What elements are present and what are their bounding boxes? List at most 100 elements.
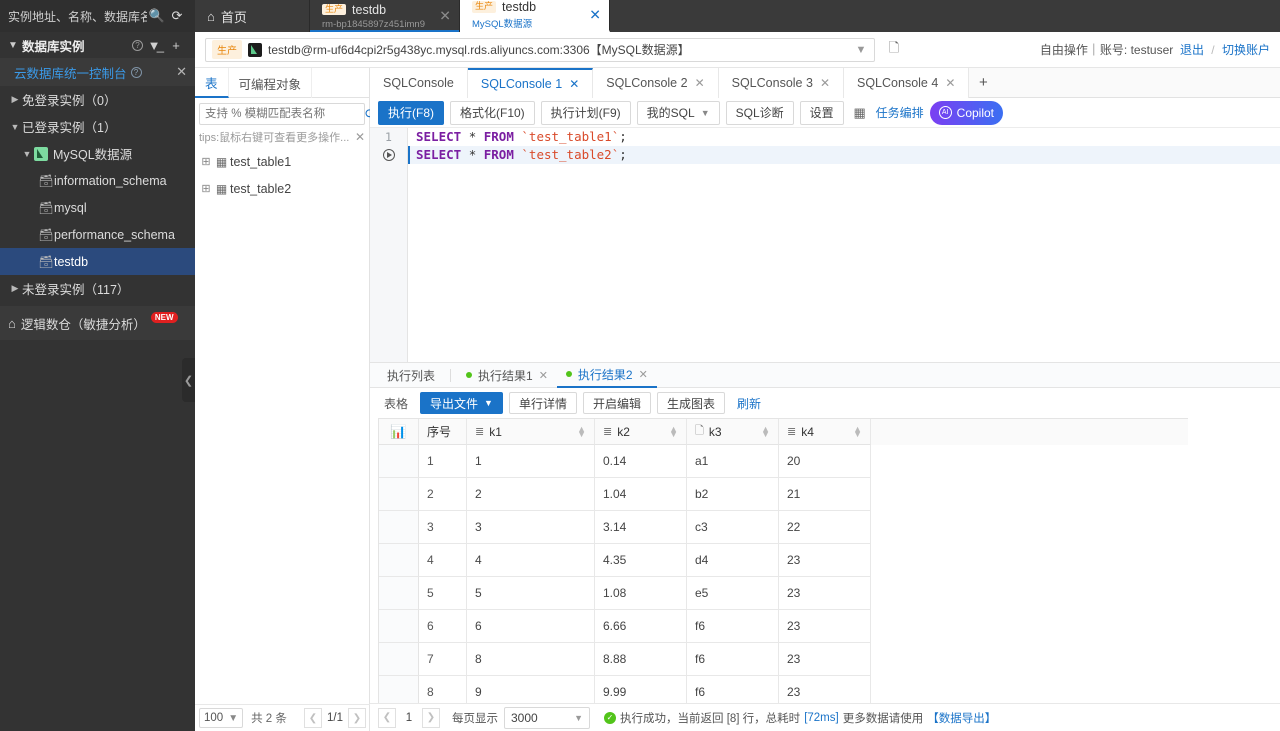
row-detail-button[interactable]: 单行详情	[508, 392, 577, 414]
table-row[interactable]: 6 6 6.66 f6 23	[378, 610, 1188, 643]
table-search-input[interactable]	[199, 102, 365, 125]
execute-button[interactable]: 执行(F8)	[378, 100, 444, 125]
tab-programmable-objects[interactable]: 可编程对象	[229, 68, 313, 98]
cell-k4[interactable]: 23	[779, 544, 871, 577]
format-button[interactable]: 格式化(F10)	[450, 100, 535, 125]
run-line-button[interactable]	[370, 146, 407, 164]
panel-icon[interactable]: ▦	[850, 105, 870, 121]
help-icon[interactable]: ?	[132, 39, 143, 51]
cell-k4[interactable]: 22	[779, 511, 871, 544]
sidebar-item-logical-warehouse[interactable]: ⌂ 逻辑数仓（敏捷分析） NEW	[0, 306, 195, 340]
cell-k2[interactable]: 8.88	[595, 643, 687, 676]
close-icon[interactable]: ✕	[695, 76, 705, 90]
tab-tables[interactable]: 表	[195, 68, 229, 98]
sidebar-item-information-schema[interactable]: 🗃 information_schema	[0, 167, 195, 194]
plus-icon[interactable]: +	[165, 38, 187, 53]
unified-console-link[interactable]: 云数据库统一控制台	[14, 63, 127, 82]
cell-k2[interactable]: 1.08	[595, 577, 687, 610]
refresh-icon[interactable]: ⟳	[167, 8, 187, 24]
close-icon[interactable]: ✕	[539, 369, 548, 382]
sort-icon[interactable]: ▲ ▼	[853, 424, 862, 438]
sql-editor[interactable]: 1 SELECT * FROM `test_table1`; SELECT * …	[370, 128, 1280, 363]
cell-k2[interactable]: 0.14	[595, 445, 687, 478]
table-row[interactable]: 2 2 1.04 b2 21	[378, 478, 1188, 511]
cell-k2[interactable]: 1.04	[595, 478, 687, 511]
tab-sqlconsole[interactable]: SQLConsole	[370, 68, 468, 98]
cell-k3[interactable]: e5	[687, 577, 779, 610]
sidebar-item-testdb[interactable]: 🗃 testdb	[0, 248, 195, 275]
help-icon[interactable]: ?	[130, 66, 142, 78]
tab-sqlconsole-4[interactable]: SQLConsole 4 ✕	[844, 68, 970, 98]
column-header-k1[interactable]: ≣ k1 ▲ ▼	[467, 419, 595, 445]
table-row[interactable]: 7 8 8.88 f6 23	[378, 643, 1188, 676]
switch-account-link[interactable]: 切换账户	[1222, 43, 1270, 57]
tab-testdb-instance[interactable]: 生产 testdb rm-bp1845897z451imn9 ✕	[310, 0, 460, 32]
refresh-button[interactable]: 刷新	[731, 395, 767, 412]
tab-sqlconsole-1[interactable]: SQLConsole 1 ✕	[467, 68, 594, 98]
sidebar-collapse-handle[interactable]: ❮	[182, 358, 195, 402]
cell-k3[interactable]: d4	[687, 544, 779, 577]
search-icon[interactable]: 🔍	[147, 8, 167, 24]
prev-page-button[interactable]: ❮	[304, 708, 322, 728]
cell-k3[interactable]: b2	[687, 478, 779, 511]
cell-k1[interactable]: 5	[467, 577, 595, 610]
expand-icon[interactable]: ⊞	[199, 155, 213, 168]
instance-search[interactable]: 实例地址、名称、数据库名 🔍 ⟳	[0, 0, 195, 32]
tab-home[interactable]: ⌂ 首页	[195, 0, 310, 32]
copy-icon[interactable]: 🗋	[883, 39, 905, 61]
prev-page-button[interactable]: ❮	[378, 707, 396, 728]
cell-k1[interactable]: 1	[467, 445, 595, 478]
copilot-button[interactable]: AI Copilot	[929, 100, 1004, 125]
export-file-button[interactable]: 导出文件 ▼	[420, 392, 503, 414]
cell-k4[interactable]: 23	[779, 577, 871, 610]
tab-testdb-datasource[interactable]: 生产 testdb MySQL数据源 ✕	[460, 0, 610, 32]
close-icon[interactable]: ✕	[176, 64, 187, 80]
tab-sqlconsole-3[interactable]: SQLConsole 3 ✕	[718, 68, 844, 98]
close-icon[interactable]: ✕	[439, 8, 451, 25]
expand-icon[interactable]: ⊞	[199, 182, 213, 195]
cell-k1[interactable]: 2	[467, 478, 595, 511]
cell-k1[interactable]: 8	[467, 643, 595, 676]
next-page-button[interactable]: ❯	[422, 707, 440, 728]
cell-k3[interactable]: c3	[687, 511, 779, 544]
add-console-tab-button[interactable]: +	[969, 68, 997, 97]
cell-k1[interactable]: 6	[467, 610, 595, 643]
sidebar-group-logged[interactable]: ▼ 已登录实例（1）	[0, 113, 195, 140]
table-row[interactable]: 5 5 1.08 e5 23	[378, 577, 1188, 610]
execution-plan-button[interactable]: 执行计划(F9)	[540, 100, 631, 125]
column-header-k4[interactable]: ≣ k4 ▲ ▼	[779, 419, 871, 445]
sort-icon[interactable]: ▲ ▼	[669, 424, 678, 438]
list-item[interactable]: ⊞ ▦ test_table2	[195, 175, 369, 202]
sidebar-group-nologin[interactable]: ▶ 免登录实例（0）	[0, 86, 195, 113]
close-icon[interactable]: ✕	[589, 7, 601, 24]
grid-view-button[interactable]: 表格	[378, 392, 415, 414]
close-icon[interactable]: ✕	[945, 76, 955, 90]
task-orchestration-link[interactable]: 任务编排	[876, 104, 924, 121]
table-row[interactable]: 1 1 0.14 a1 20	[378, 445, 1188, 478]
sidebar-item-datasource[interactable]: ▼ MySQL数据源	[0, 140, 195, 167]
cell-k4[interactable]: 21	[779, 478, 871, 511]
tab-result-2[interactable]: 执行结果2 ✕	[556, 363, 657, 388]
chevron-down-icon[interactable]: ▼	[848, 44, 874, 56]
connection-select[interactable]: 生产 testdb@rm-uf6d4cpi2r5g438yc.mysql.rds…	[205, 37, 875, 62]
bar-chart-icon[interactable]: 📊	[379, 419, 419, 445]
sidebar-group-unlogged[interactable]: ▶ 未登录实例（117）	[0, 275, 195, 302]
cell-k1[interactable]: 3	[467, 511, 595, 544]
my-sql-button[interactable]: 我的SQL ▼	[636, 100, 720, 125]
next-page-button[interactable]: ❯	[348, 708, 366, 728]
cell-k2[interactable]: 3.14	[595, 511, 687, 544]
data-export-link[interactable]: 【数据导出】	[927, 710, 996, 726]
editor-code[interactable]: SELECT * FROM `test_table1`; SELECT * FR…	[408, 128, 1280, 362]
cell-k3[interactable]: a1	[687, 445, 779, 478]
sort-icon[interactable]: ▲ ▼	[577, 424, 586, 438]
close-icon[interactable]: ✕	[569, 77, 579, 91]
per-page-select[interactable]: 3000 ▼	[504, 706, 590, 729]
cell-k4[interactable]: 20	[779, 445, 871, 478]
table-row[interactable]: 3 3 3.14 c3 22	[378, 511, 1188, 544]
cell-k3[interactable]: f6	[687, 643, 779, 676]
page-size-select[interactable]: 100 ▼	[199, 708, 244, 728]
sidebar-item-performance-schema[interactable]: 🗃 performance_schema	[0, 221, 195, 248]
tab-result-1[interactable]: 执行结果1 ✕	[457, 363, 557, 388]
table-row[interactable]: 4 4 4.35 d4 23	[378, 544, 1188, 577]
cell-k2[interactable]: 4.35	[595, 544, 687, 577]
